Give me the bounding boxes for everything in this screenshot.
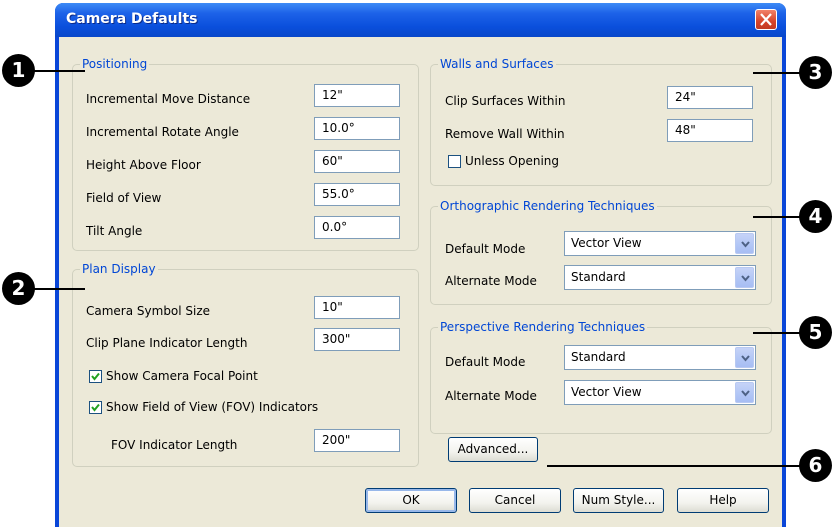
incremental-rotate-angle-label: Incremental Rotate Angle [86,125,239,139]
incremental-move-distance-field[interactable]: 12" [314,84,400,107]
num-style-button[interactable]: Num Style... [573,488,664,513]
ortho-alternate-mode-label: Alternate Mode [445,274,537,288]
perspective-rendering-group: Perspective Rendering Techniques [430,320,772,434]
callout-line-3 [753,72,803,74]
tilt-angle-label: Tilt Angle [86,224,143,238]
callout-badge-2: 2 [2,272,35,305]
ok-button[interactable]: OK [365,488,457,513]
camera-defaults-dialog: Camera Defaults Positioning Incremental … [55,3,786,527]
callout-badge-6: 6 [799,449,832,482]
dialog-title: Camera Defaults [66,11,198,27]
positioning-legend: Positioning [82,57,148,71]
fov-indicator-length-field[interactable]: 200" [314,429,400,452]
remove-wall-within-label: Remove Wall Within [445,127,565,141]
callout-badge-1: 1 [2,54,35,87]
ortho-default-mode-label: Default Mode [445,242,526,256]
callout-line-2 [33,288,85,290]
height-above-floor-field[interactable]: 60" [314,150,400,173]
persp-alternate-mode-value: Vector View [571,385,642,399]
chevron-down-icon[interactable] [735,233,754,254]
ortho-alternate-mode-value: Standard [571,270,626,284]
callout-line-1 [33,70,85,72]
show-fov-indicators-checkbox[interactable] [89,401,102,414]
persp-default-mode-select[interactable]: Standard [564,345,756,370]
persp-default-mode-value: Standard [571,350,626,364]
show-camera-focal-point-label: Show Camera Focal Point [106,369,258,383]
callout-line-5 [753,332,803,334]
callout-badge-4: 4 [799,200,832,233]
plan-display-legend: Plan Display [82,262,156,276]
height-above-floor-label: Height Above Floor [86,158,201,172]
orthographic-rendering-legend: Orthographic Rendering Techniques [440,199,655,213]
persp-alternate-mode-select[interactable]: Vector View [564,380,756,405]
fov-indicator-length-label: FOV Indicator Length [111,438,238,452]
callout-badge-3: 3 [799,56,832,89]
perspective-rendering-legend: Perspective Rendering Techniques [440,320,646,334]
cancel-button[interactable]: Cancel [469,488,561,513]
ortho-default-mode-value: Vector View [571,236,642,250]
incremental-rotate-angle-field[interactable]: 10.0° [314,117,400,140]
remove-wall-within-field[interactable]: 48" [667,119,753,142]
unless-opening-checkbox[interactable] [448,155,461,168]
tilt-angle-field[interactable]: 0.0° [314,216,400,239]
camera-symbol-size-label: Camera Symbol Size [86,304,211,318]
ortho-alternate-mode-select[interactable]: Standard [564,265,756,290]
chevron-down-icon[interactable] [735,347,754,368]
show-fov-indicators-label: Show Field of View (FOV) Indicators [106,400,319,414]
advanced-button[interactable]: Advanced... [448,437,538,462]
title-bar[interactable]: Camera Defaults [55,3,786,37]
callout-line-4 [753,216,803,218]
show-camera-focal-point-checkbox[interactable] [89,370,102,383]
clip-surfaces-within-label: Clip Surfaces Within [445,94,566,108]
ortho-default-mode-select[interactable]: Vector View [564,231,756,256]
close-button[interactable] [755,9,777,30]
field-of-view-field[interactable]: 55.0° [314,183,400,206]
field-of-view-label: Field of View [86,191,162,205]
clip-plane-indicator-length-label: Clip Plane Indicator Length [86,336,248,350]
chevron-down-icon[interactable] [735,267,754,288]
clip-surfaces-within-field[interactable]: 24" [667,86,753,109]
persp-alternate-mode-label: Alternate Mode [445,389,537,403]
callout-badge-5: 5 [799,316,832,349]
help-button[interactable]: Help [677,488,769,513]
incremental-move-distance-label: Incremental Move Distance [86,92,251,106]
clip-plane-indicator-length-field[interactable]: 300" [314,328,400,351]
checkmark-icon [91,403,100,412]
dialog-client-area: Positioning Incremental Move Distance 12… [59,37,782,527]
chevron-down-icon[interactable] [735,382,754,403]
unless-opening-label: Unless Opening [465,154,560,168]
checkmark-icon [91,372,100,381]
camera-symbol-size-field[interactable]: 10" [314,296,400,319]
walls-and-surfaces-legend: Walls and Surfaces [440,57,554,71]
close-icon [760,13,772,26]
persp-default-mode-label: Default Mode [445,355,526,369]
callout-line-6 [547,465,803,467]
